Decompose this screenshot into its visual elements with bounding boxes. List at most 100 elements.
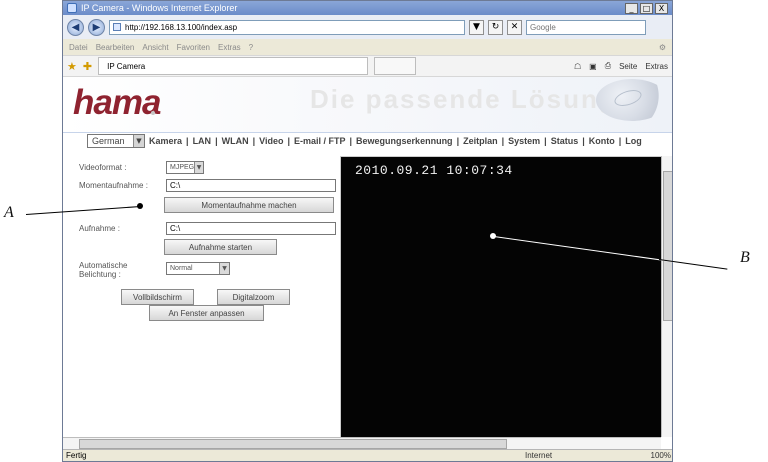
- back-button[interactable]: ◀: [67, 18, 84, 36]
- browser-app-icon: [67, 3, 77, 13]
- browser-window: IP Camera - Windows Internet Explorer _ …: [62, 0, 673, 462]
- nav-separator: |: [544, 136, 547, 146]
- address-dropdown-icon[interactable]: ▼: [469, 19, 484, 35]
- nav-separator: |: [501, 136, 505, 146]
- nav-status[interactable]: Status: [551, 136, 579, 146]
- nav-log[interactable]: Log: [625, 136, 642, 146]
- snapshot-label: Momentaufnahme :: [79, 181, 148, 190]
- status-text: Fertig: [66, 451, 87, 460]
- video-timestamp: 2010.09.21 10:07:34: [355, 163, 513, 178]
- minimize-icon[interactable]: _: [625, 2, 638, 14]
- fit-window-button[interactable]: An Fenster anpassen: [149, 305, 264, 321]
- exposure-select[interactable]: Normal ▼: [166, 262, 230, 275]
- page-icon: [113, 23, 121, 31]
- videoformat-label: Videoformat :: [79, 163, 127, 172]
- chevron-down-icon: ▼: [219, 263, 229, 274]
- nav-separator: |: [456, 136, 460, 146]
- logo-dot: [151, 111, 155, 115]
- nav-account[interactable]: Konto: [589, 136, 615, 146]
- chevron-down-icon: ▼: [194, 162, 203, 173]
- zoom-level[interactable]: 100%: [613, 451, 671, 460]
- refresh-icon[interactable]: ↻: [488, 19, 503, 35]
- chevron-down-icon: ▼: [133, 135, 144, 147]
- snapshot-path-input[interactable]: [166, 179, 336, 192]
- favorites-star-icon[interactable]: ★: [67, 60, 77, 73]
- slogan: Die passende Lösung: [310, 84, 617, 114]
- tools-icon[interactable]: ⚙: [659, 43, 666, 52]
- address-bar[interactable]: http://192.168.13.100/index.asp: [109, 19, 465, 35]
- callout-dot-b: [490, 233, 496, 239]
- take-snapshot-button[interactable]: Momentaufnahme machen: [164, 197, 334, 213]
- nav-separator: |: [215, 136, 218, 146]
- url-text: http://192.168.13.100/index.asp: [125, 22, 238, 32]
- internet-zone: Internet: [525, 451, 553, 460]
- horizontal-scroll-thumb[interactable]: [79, 439, 507, 449]
- page-menu[interactable]: Seite: [619, 62, 637, 71]
- callout-label-a: A: [4, 204, 14, 221]
- search-input[interactable]: [526, 19, 646, 35]
- stop-icon[interactable]: ✕: [507, 19, 522, 35]
- nav-separator: |: [252, 136, 256, 146]
- menu-favoriten[interactable]: Favoriten: [177, 43, 210, 52]
- callout-dot-a: [137, 203, 143, 209]
- digital-zoom-button[interactable]: Digitalzoom: [217, 289, 290, 305]
- videoformat-value: MJPEG: [170, 164, 195, 171]
- recording-path-input[interactable]: [166, 222, 336, 235]
- print-icon[interactable]: ⎙: [605, 61, 611, 71]
- forward-button[interactable]: ▶: [88, 18, 105, 36]
- nav-schedule[interactable]: Zeitplan: [463, 136, 498, 146]
- camera-navigation: German ▼ Kamera | LAN | WLAN | Video | E…: [63, 133, 672, 149]
- menu-datei[interactable]: Datei: [69, 43, 88, 52]
- window-title: IP Camera - Windows Internet Explorer: [81, 3, 238, 13]
- nav-separator: |: [287, 136, 290, 146]
- nav-email-ftp[interactable]: E-mail / FTP: [294, 136, 346, 146]
- nav-separator: |: [582, 136, 585, 146]
- fullscreen-button[interactable]: Vollbildschirm: [121, 289, 194, 305]
- window-controls: _ □ X: [625, 2, 668, 14]
- nav-system[interactable]: System: [508, 136, 540, 146]
- recording-label: Aufnahme :: [79, 224, 120, 233]
- tab-bar: ★ ✚ IP Camera ☖ ▣ ⎙ Seite Extras: [63, 55, 672, 77]
- nav-separator: |: [618, 136, 622, 146]
- menu-bar: Datei Bearbeiten Ansicht Favoriten Extra…: [63, 39, 672, 55]
- language-select[interactable]: German ▼: [87, 134, 145, 148]
- control-panel: Videoformat : MJPEG ▼ Momentaufnahme : M…: [63, 161, 339, 451]
- browser-content: hama Die passende Lösung German ▼ Kamera…: [63, 77, 672, 453]
- vertical-scrollbar[interactable]: [661, 156, 672, 437]
- globe-graphic: [596, 79, 668, 121]
- extras-menu[interactable]: Extras: [645, 62, 668, 71]
- new-tab-button[interactable]: [374, 57, 417, 75]
- status-bar: Fertig Internet 100%: [63, 449, 672, 461]
- home-icon[interactable]: ☖: [574, 62, 581, 71]
- exposure-value: Normal: [170, 265, 193, 272]
- nav-separator: |: [186, 136, 189, 146]
- command-bar: ☖ ▣ ⎙ Seite Extras: [422, 61, 668, 71]
- hama-banner: hama Die passende Lösung: [63, 77, 672, 133]
- figure-stage: IP Camera - Windows Internet Explorer _ …: [0, 0, 768, 462]
- hama-logo: hama: [73, 83, 161, 122]
- menu-help[interactable]: ?: [249, 43, 253, 52]
- vertical-scroll-thumb[interactable]: [663, 171, 672, 321]
- feeds-icon[interactable]: ▣: [589, 62, 597, 71]
- nav-video[interactable]: Video: [259, 136, 283, 146]
- maximize-icon[interactable]: □: [640, 2, 653, 14]
- title-bar: IP Camera - Windows Internet Explorer _ …: [63, 1, 672, 15]
- start-recording-button[interactable]: Aufnahme starten: [164, 239, 277, 255]
- nav-wlan[interactable]: WLAN: [222, 136, 249, 146]
- videoformat-select[interactable]: MJPEG ▼: [166, 161, 204, 174]
- menu-ansicht[interactable]: Ansicht: [142, 43, 168, 52]
- recording-row: Aufnahme :: [79, 222, 336, 235]
- address-row: ◀ ▶ http://192.168.13.100/index.asp ▼ ↻ …: [63, 15, 672, 39]
- add-favorite-icon[interactable]: ✚: [83, 60, 92, 73]
- menu-extras[interactable]: Extras: [218, 43, 241, 52]
- close-icon[interactable]: X: [655, 2, 668, 14]
- language-value: German: [92, 136, 125, 146]
- callout-label-b: B: [740, 249, 750, 266]
- video-preview[interactable]: 2010.09.21 10:07:34: [340, 156, 661, 453]
- tab-ip-camera[interactable]: IP Camera: [98, 57, 369, 75]
- tab-label: IP Camera: [107, 61, 146, 71]
- nav-lan[interactable]: LAN: [193, 136, 212, 146]
- nav-kamera[interactable]: Kamera: [149, 136, 182, 146]
- menu-bearbeiten[interactable]: Bearbeiten: [96, 43, 135, 52]
- nav-motion-detection[interactable]: Bewegungserkennung: [356, 136, 453, 146]
